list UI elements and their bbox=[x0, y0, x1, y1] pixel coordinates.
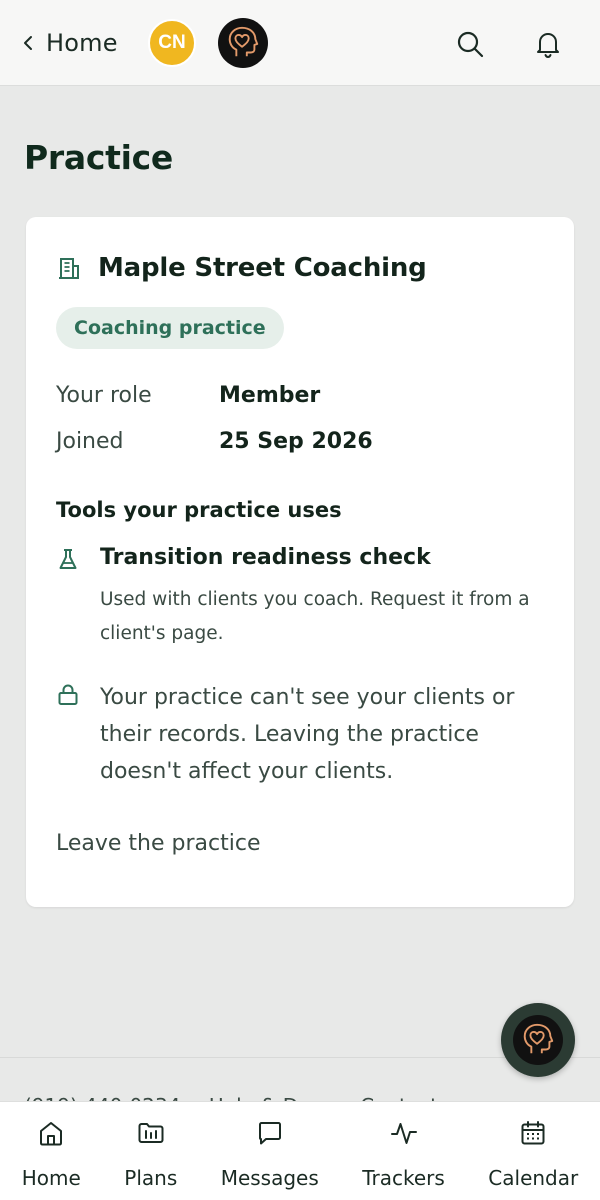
chevron-left-icon bbox=[24, 36, 32, 50]
nav-plans-label: Plans bbox=[124, 1166, 178, 1190]
top-bar: Home CN bbox=[0, 0, 600, 86]
lock-icon bbox=[58, 684, 78, 705]
nav-plans[interactable]: Plans bbox=[103, 1102, 199, 1200]
leave-practice-link[interactable]: Leave the practice bbox=[56, 831, 261, 856]
practice-card: Maple Street Coaching Coaching practice … bbox=[26, 217, 574, 907]
building-icon bbox=[59, 258, 79, 279]
user-avatar[interactable]: CN bbox=[148, 19, 196, 67]
tool-title: Transition readiness check bbox=[100, 545, 431, 570]
practice-name: Maple Street Coaching bbox=[98, 253, 427, 283]
search-icon bbox=[457, 31, 484, 58]
bell-icon bbox=[537, 33, 559, 59]
user-initials: CN bbox=[158, 32, 186, 53]
calendar-icon bbox=[521, 1121, 545, 1145]
tools-heading: Tools your practice uses bbox=[56, 498, 342, 522]
search-button[interactable] bbox=[450, 24, 490, 64]
notifications-button[interactable] bbox=[528, 24, 568, 64]
nav-trackers-label: Trackers bbox=[362, 1166, 445, 1190]
nav-messages-label: Messages bbox=[220, 1166, 319, 1190]
role-label: Your role bbox=[56, 383, 152, 408]
folder-icon bbox=[138, 1123, 164, 1143]
head-heart-logo-icon bbox=[228, 26, 259, 57]
assistant-avatar bbox=[513, 1015, 563, 1065]
app-logo[interactable] bbox=[218, 18, 268, 68]
tool-description: Used with clients you coach. Request it … bbox=[100, 589, 530, 644]
nav-home-label: Home bbox=[21, 1166, 81, 1190]
nav-calendar[interactable]: Calendar bbox=[467, 1102, 600, 1200]
nav-calendar-label: Calendar bbox=[488, 1166, 579, 1190]
head-heart-logo-icon bbox=[523, 1023, 554, 1054]
privacy-text: Your practice can't see your clients or … bbox=[100, 685, 515, 784]
joined-label: Joined bbox=[56, 429, 124, 454]
nav-trackers[interactable]: Trackers bbox=[341, 1102, 467, 1200]
bottom-nav: Home Plans Messages Trackers Calendar bbox=[0, 1101, 600, 1200]
page-title: Practice bbox=[24, 138, 173, 177]
chat-icon bbox=[258, 1122, 281, 1145]
practice-type-badge: Coaching practice bbox=[56, 307, 284, 349]
flask-icon bbox=[59, 549, 77, 569]
back-label: Home bbox=[46, 29, 118, 57]
activity-icon bbox=[390, 1123, 417, 1144]
assistant-fab[interactable] bbox=[501, 1003, 575, 1077]
joined-value: 25 Sep 2026 bbox=[219, 429, 373, 454]
role-value: Member bbox=[219, 383, 321, 408]
back-button[interactable]: Home bbox=[20, 26, 118, 60]
nav-home[interactable]: Home bbox=[0, 1102, 103, 1200]
nav-messages[interactable]: Messages bbox=[199, 1102, 341, 1200]
home-icon bbox=[40, 1122, 63, 1146]
practice-header: Maple Street Coaching bbox=[56, 253, 427, 283]
